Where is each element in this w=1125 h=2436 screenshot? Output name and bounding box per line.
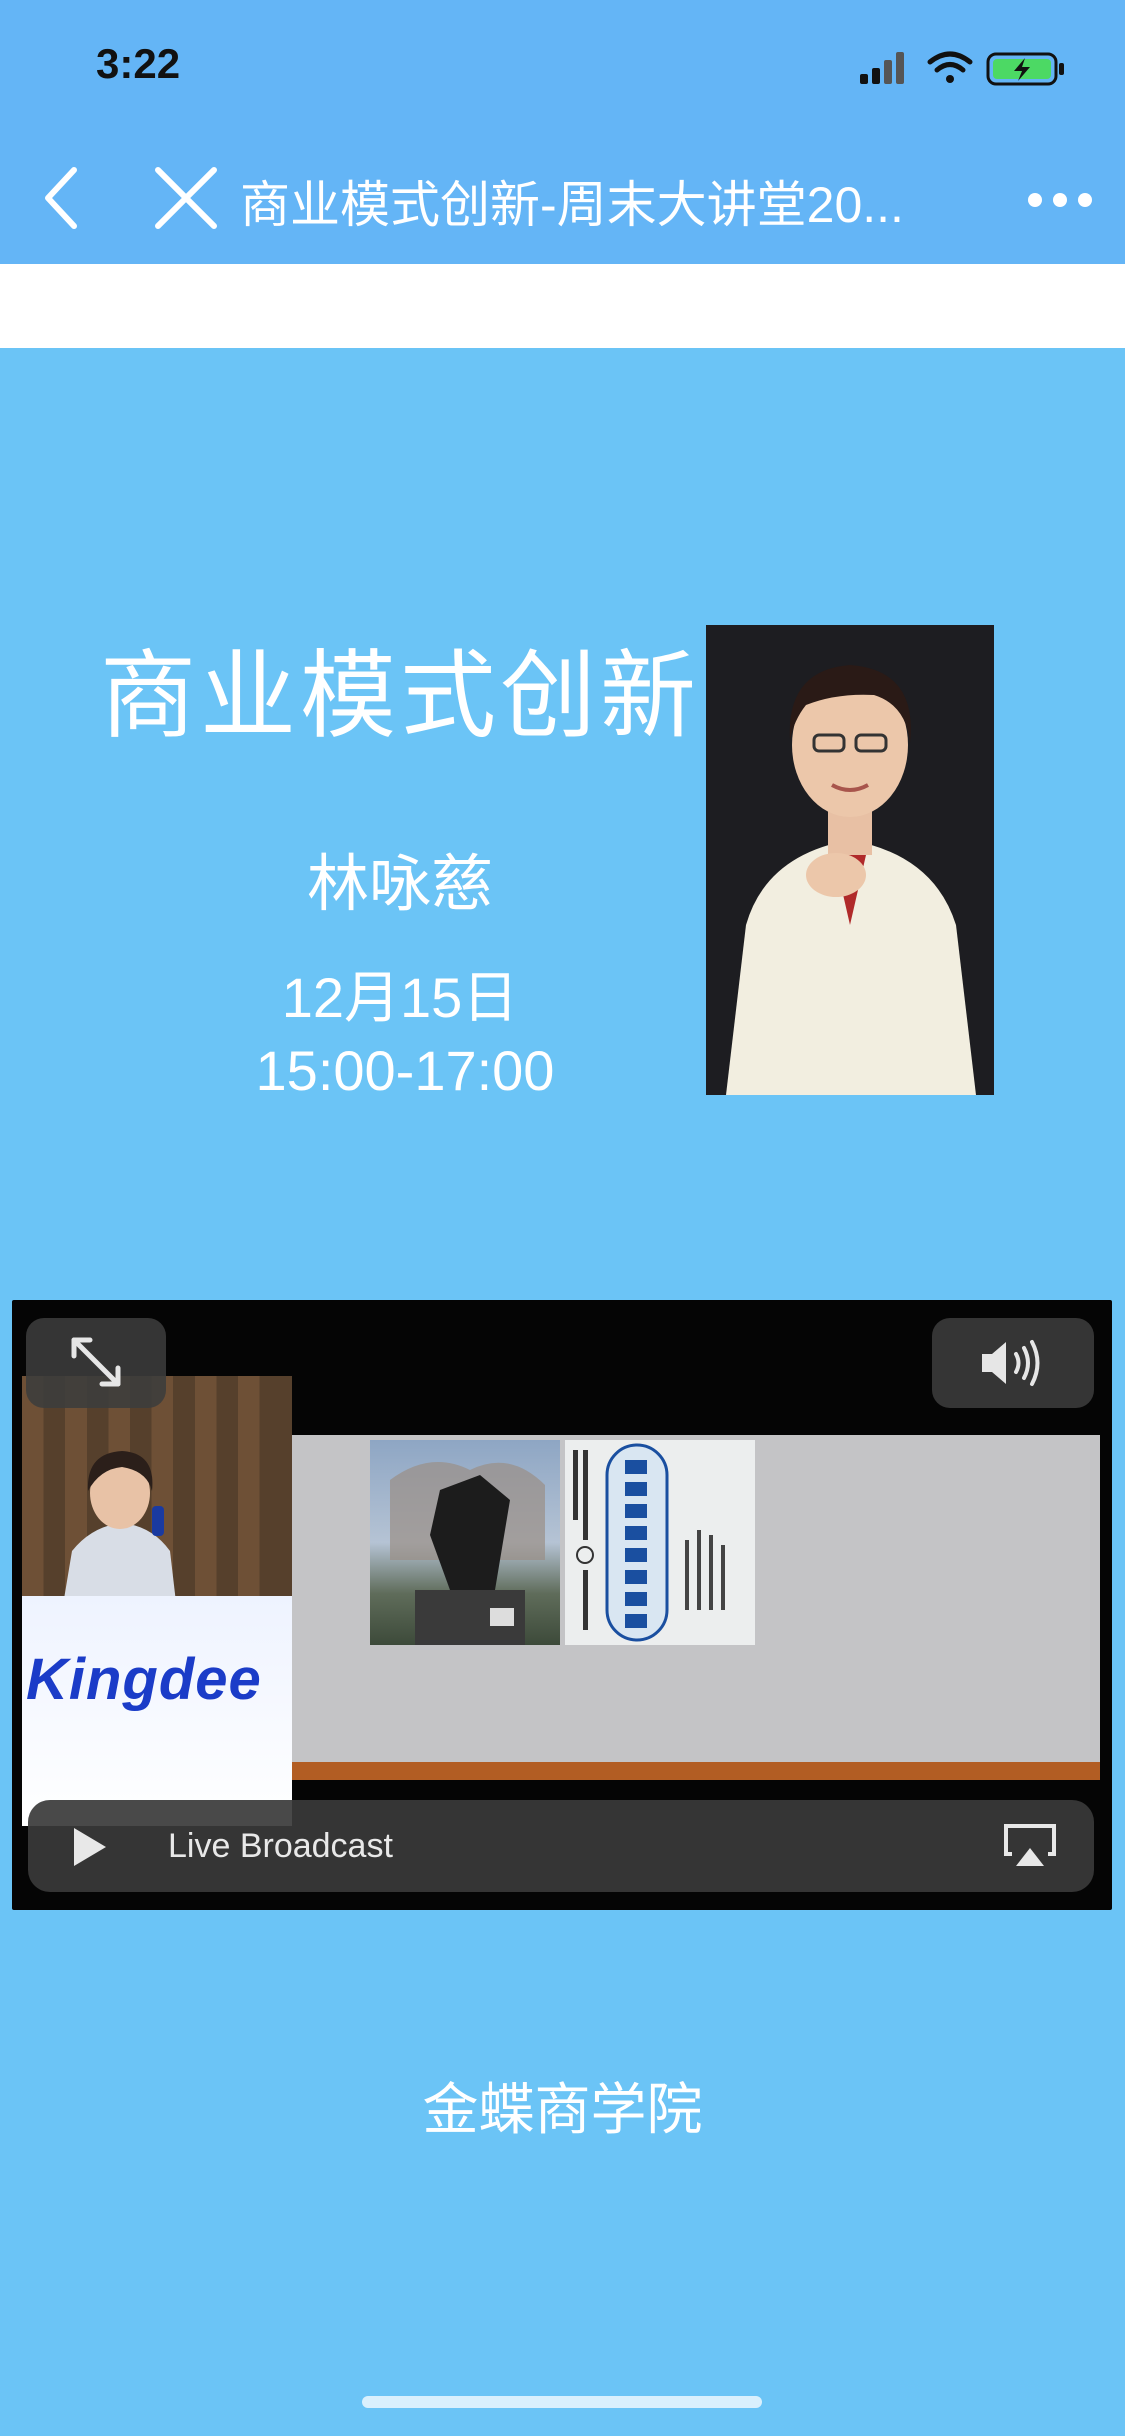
event-date: 12月15日 bbox=[281, 966, 519, 1029]
video-player[interactable]: Kingdee Live Broadcast bbox=[12, 1300, 1112, 1910]
playback-controls: Live Broadcast bbox=[28, 1800, 1094, 1892]
status-time: 3:22 bbox=[96, 40, 181, 87]
content-divider bbox=[0, 264, 1125, 348]
poster-title: 商业模式创新 bbox=[100, 640, 700, 752]
slide-book-cover bbox=[565, 1440, 755, 1645]
speaker-camera-view: Kingdee bbox=[22, 1376, 292, 1826]
wifi-icon bbox=[927, 51, 973, 83]
event-time: 15:00-17:00 bbox=[255, 1039, 555, 1102]
close-button[interactable] bbox=[150, 162, 222, 234]
signal-icon bbox=[860, 52, 904, 84]
more-options-button[interactable] bbox=[1025, 180, 1095, 220]
organization-name: 金蝶商学院 bbox=[422, 2078, 703, 2141]
back-button[interactable] bbox=[32, 160, 92, 236]
slide-statue-photo bbox=[370, 1440, 560, 1645]
top-bar: 3:22 商业模式创新-周末大讲堂20... bbox=[0, 0, 1125, 264]
expand-icon bbox=[71, 1337, 121, 1387]
presenter-figure bbox=[62, 1451, 177, 1611]
speaker-icon bbox=[982, 1340, 1040, 1386]
fullscreen-button[interactable] bbox=[26, 1318, 166, 1408]
live-broadcast-label: Live Broadcast bbox=[168, 1827, 393, 1865]
home-indicator[interactable] bbox=[362, 2396, 762, 2408]
kingdee-logo: Kingdee bbox=[26, 1647, 262, 1712]
status-icons bbox=[860, 51, 1064, 86]
volume-button[interactable] bbox=[932, 1318, 1094, 1408]
speaker-name: 林咏慈 bbox=[306, 850, 493, 919]
battery-icon bbox=[986, 52, 1064, 86]
play-button[interactable] bbox=[70, 1826, 110, 1868]
speaker-photo bbox=[706, 625, 994, 1095]
event-poster: 商业模式创新 林咏慈 12月15日 15:00-17:00 bbox=[0, 348, 1125, 1298]
slide-accent-bar bbox=[292, 1762, 1100, 1780]
page-title: 商业模式创新-周末大讲堂20... bbox=[240, 177, 904, 233]
airplay-icon[interactable] bbox=[1004, 1824, 1056, 1868]
